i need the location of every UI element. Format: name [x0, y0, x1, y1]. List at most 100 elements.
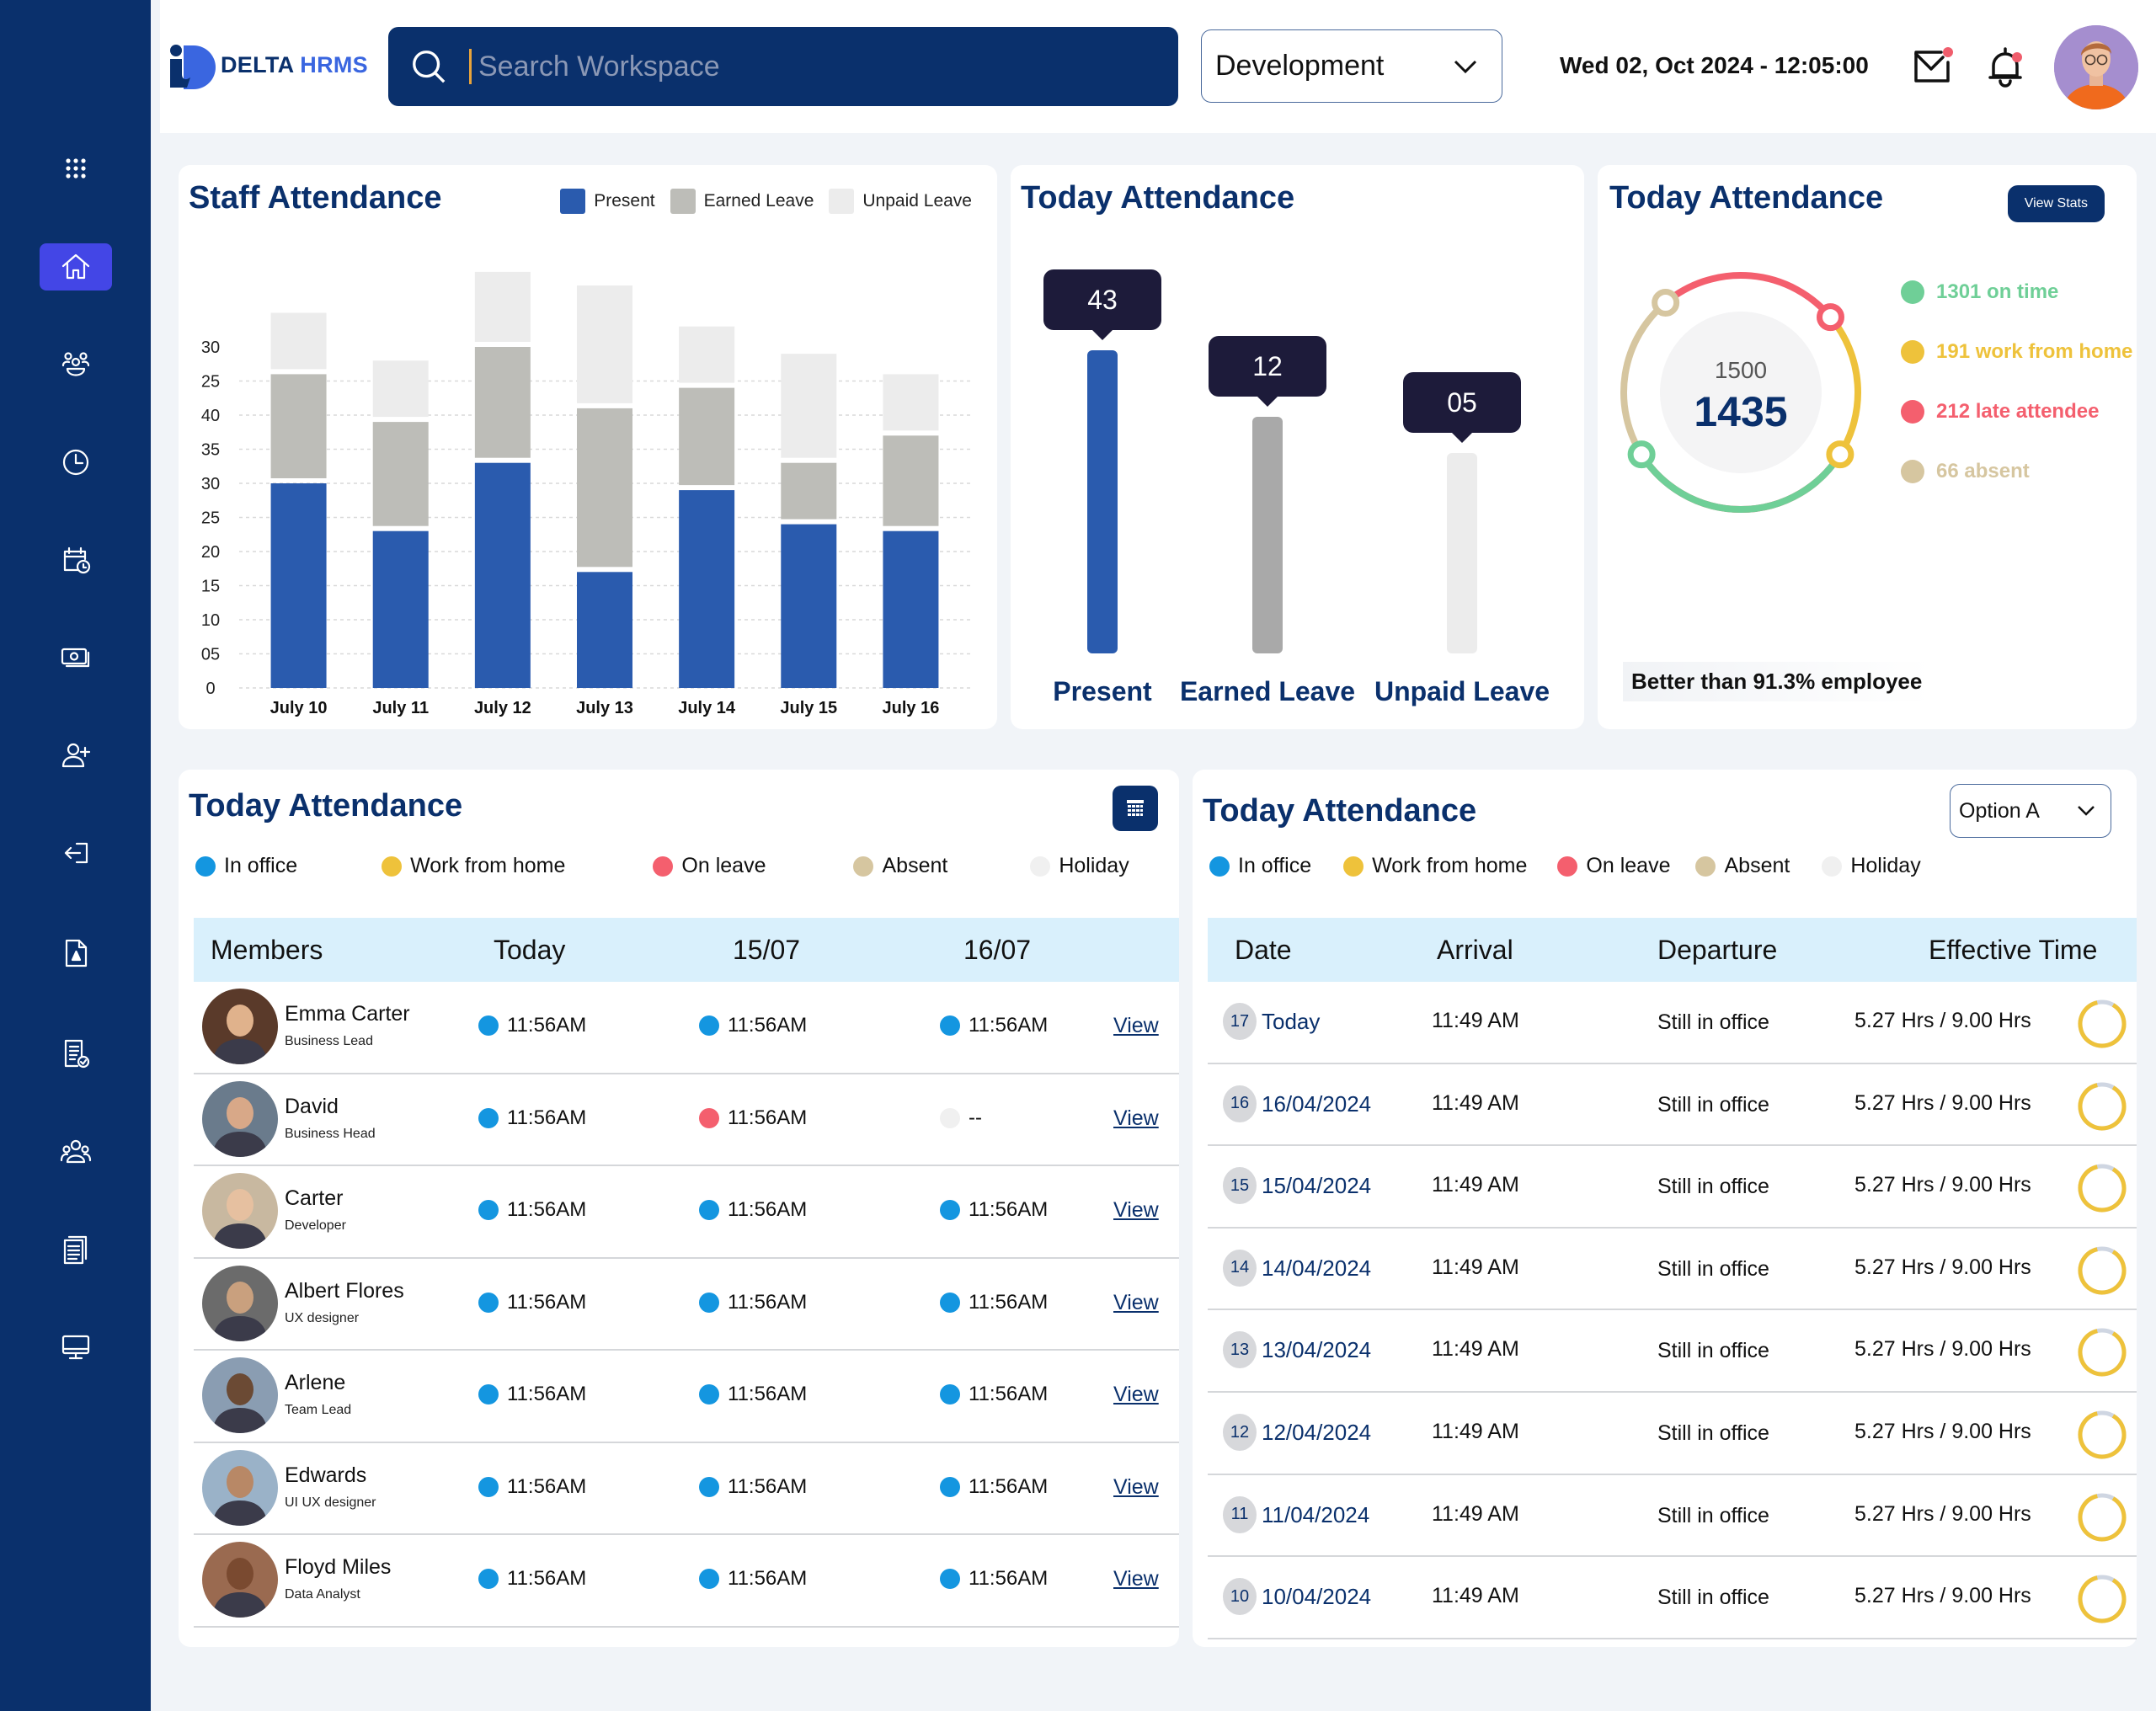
sidebar-item-add-user[interactable] [40, 732, 112, 779]
attendance-cell: 11:56AM [699, 1198, 807, 1222]
attendance-cell: 11:56AM [699, 1291, 807, 1314]
log-date[interactable]: 10/04/2024 [1262, 1584, 1371, 1610]
sidebar-item-calendar-clock[interactable] [40, 536, 112, 584]
member-photo [202, 1173, 278, 1249]
header-departure: Departure [1657, 935, 1778, 965]
log-date[interactable]: 14/04/2024 [1262, 1255, 1371, 1282]
status-dot [478, 1107, 499, 1128]
sidebar-item-pdf-document[interactable] [40, 930, 112, 977]
today-attendance-ring-title: Today Attendance [1609, 180, 1884, 216]
value-bubble: 43 [1043, 269, 1161, 340]
member-photo [202, 1357, 278, 1433]
logo[interactable]: DELTA HRMS [168, 40, 368, 89]
member-name: Arlene [285, 1371, 346, 1394]
log-date[interactable]: 13/04/2024 [1262, 1337, 1371, 1363]
view-stats-button[interactable]: View Stats [2007, 185, 2105, 222]
x-tick-label: July 13 [576, 699, 633, 717]
today-attendance-ring-card: Today Attendance View Stats 1500 1435 Bet… [1598, 165, 2137, 729]
sidebar-item-payroll[interactable] [40, 634, 112, 681]
ring-legend-dot [1901, 340, 1924, 364]
status-dot [853, 856, 874, 877]
member-avatar [202, 1542, 278, 1618]
view-link[interactable]: View [1113, 1383, 1159, 1407]
legend-label: On leave [1586, 854, 1671, 877]
attendance-time: 11:56AM [507, 1198, 587, 1221]
effective-time-progress-ring [2078, 1164, 2127, 1213]
sidebar-item-clock[interactable] [40, 439, 112, 486]
status-dot [1343, 856, 1364, 877]
option-dropdown[interactable]: Option A [1950, 784, 2111, 838]
departure-status: Still in office [1657, 1586, 1769, 1610]
view-link[interactable]: View [1113, 1014, 1159, 1038]
log-date[interactable]: 11/04/2024 [1262, 1502, 1369, 1528]
ring-progress [2078, 1164, 2127, 1213]
header-date: Date [1235, 935, 1292, 965]
log-date[interactable]: 16/04/2024 [1262, 1091, 1371, 1117]
view-link[interactable]: View [1113, 1567, 1159, 1591]
log-date[interactable]: 12/04/2024 [1262, 1420, 1371, 1446]
effective-time-progress-ring [2078, 1575, 2127, 1623]
ring-progress [2078, 1328, 2127, 1377]
sidebar-item-monitor[interactable] [40, 1324, 112, 1371]
effective-time: 5.27 Hrs / 9.00 Hrs [1854, 1501, 2031, 1526]
status-dot [478, 1292, 499, 1313]
search-bar[interactable] [388, 27, 1178, 106]
attendance-cell: 11:56AM [699, 1567, 807, 1591]
view-link[interactable]: View [1113, 1198, 1159, 1223]
effective-time: 5.27 Hrs / 9.00 Hrs [1854, 1090, 2031, 1115]
departure-status: Still in office [1657, 1503, 1769, 1527]
log-date[interactable]: Today [1262, 1009, 1320, 1035]
legend-label: On leave [681, 854, 766, 877]
member-role: Business Lead [285, 1034, 373, 1048]
arrival-time: 11:49 AM [1432, 1337, 1519, 1362]
ring-legend-label: 66 absent [1936, 460, 2030, 482]
bar-label: Unpaid Leave [1374, 676, 1550, 706]
bar-unpaid-leave [372, 360, 429, 418]
pdf-document-icon [65, 939, 88, 967]
y-tick-label: 05 [201, 646, 220, 664]
x-tick-label: July 12 [474, 699, 531, 717]
calendar-button[interactable] [1113, 786, 1158, 831]
mail-button[interactable] [1911, 44, 1958, 91]
header-16-07: 16/07 [963, 935, 1032, 965]
effective-time-progress-ring [2078, 1493, 2127, 1542]
attendance-cell: 11:56AM [478, 1198, 586, 1222]
sidebar-item-documents[interactable] [40, 1226, 112, 1273]
status-legend: In office Work from home On leave Absent Hol… [1209, 854, 1921, 878]
bar-present [679, 490, 735, 688]
bell-notification-dot [2012, 52, 2022, 62]
sidebar-item-apps-grid[interactable] [40, 145, 112, 192]
view-link[interactable]: View [1113, 1291, 1159, 1315]
view-link[interactable]: View [1113, 1106, 1159, 1131]
sidebar-item-home[interactable] [40, 243, 112, 290]
sidebar-item-logout[interactable] [40, 829, 112, 877]
delta-logo-icon [170, 45, 216, 89]
attendance-cell: 11:56AM [699, 1383, 807, 1406]
notifications-button[interactable] [1983, 44, 2031, 91]
logo-text: DELTA HRMS [221, 52, 368, 78]
ring-legend-item: 1301 on time [1901, 280, 2058, 304]
sidebar-item-groups[interactable] [40, 1128, 112, 1175]
effective-time: 5.27 Hrs / 9.00 Hrs [1854, 1009, 2031, 1032]
bar-present [372, 530, 429, 688]
attendance-time: 11:56AM [728, 1106, 808, 1129]
attendance-log-row: 11 11/04/2024 11:49 AM Still in office 5.27 … [1208, 1475, 2137, 1558]
sidebar-item-checklist[interactable] [40, 1030, 112, 1077]
member-photo [202, 1265, 278, 1341]
department-dropdown[interactable]: Development [1201, 29, 1502, 103]
user-avatar[interactable] [2054, 25, 2138, 109]
log-date[interactable]: 15/04/2024 [1262, 1173, 1371, 1199]
chevron-down-icon [1454, 60, 1477, 73]
view-link[interactable]: View [1113, 1475, 1159, 1500]
attendance-time: 11:56AM [507, 1290, 587, 1314]
departure-status: Still in office [1657, 1339, 1769, 1363]
text-cursor [469, 49, 472, 84]
team-icon [61, 352, 90, 376]
status-dot [478, 1015, 499, 1036]
search-input[interactable] [478, 50, 1152, 83]
sidebar-item-team[interactable] [40, 341, 112, 388]
search-icon [413, 51, 446, 83]
bar-earned-leave [372, 422, 429, 526]
status-dot [699, 1384, 719, 1405]
attendance-cell: 11:56AM [699, 1106, 807, 1130]
